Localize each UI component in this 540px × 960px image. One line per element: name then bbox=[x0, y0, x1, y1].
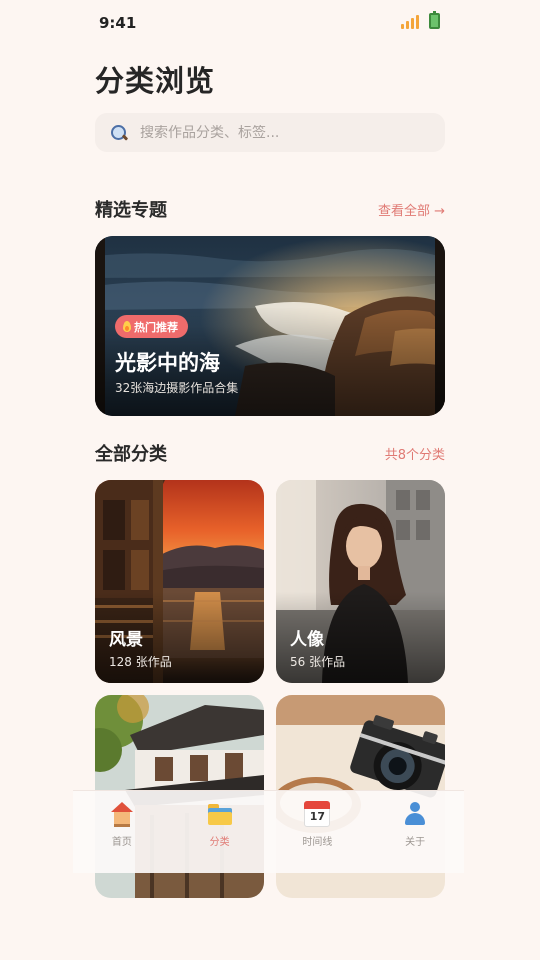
nav-timeline[interactable]: 时间线 bbox=[269, 791, 367, 873]
battery-icon bbox=[429, 11, 440, 29]
nav-about[interactable]: 关于 bbox=[366, 791, 464, 873]
calendar-icon bbox=[304, 801, 331, 827]
category-count-label: 56 张作品 bbox=[290, 655, 346, 669]
category-card-portrait[interactable]: 人像 56 张作品 bbox=[276, 480, 445, 683]
nav-label: 时间线 bbox=[302, 837, 333, 848]
hot-recommend-badge: 热门推荐 bbox=[115, 315, 188, 338]
category-count-label: 128 张作品 bbox=[109, 655, 172, 669]
category-name: 风景 bbox=[109, 630, 143, 650]
category-count: 共8个分类 bbox=[384, 448, 445, 463]
nav-label: 分类 bbox=[209, 837, 230, 848]
status-icons bbox=[401, 11, 440, 29]
nav-label: 首页 bbox=[111, 837, 132, 848]
flame-icon bbox=[123, 321, 131, 332]
view-all-link[interactable]: 查看全部 → bbox=[378, 200, 445, 219]
featured-title: 光影中的海 bbox=[115, 351, 220, 375]
badge-label: 热门推荐 bbox=[134, 320, 178, 334]
featured-subtitle: 32张海边摄影作品合集 bbox=[115, 381, 239, 395]
status-bar: 9:41 bbox=[0, 0, 540, 46]
signal-icon bbox=[401, 13, 419, 29]
featured-section-title: 精选专题 bbox=[95, 200, 167, 221]
search-input[interactable] bbox=[140, 124, 420, 141]
person-icon bbox=[402, 801, 428, 827]
nav-label: 关于 bbox=[405, 837, 426, 848]
category-browse-page: 9:41 分类浏览 精选专题 查看全部 → bbox=[0, 0, 540, 960]
nav-home[interactable]: 首页 bbox=[73, 791, 171, 873]
bottom-nav: 首页 分类 时间线 关于 bbox=[73, 790, 464, 873]
search-icon bbox=[110, 124, 128, 142]
page-title: 分类浏览 bbox=[95, 64, 216, 98]
home-icon bbox=[109, 801, 135, 827]
search-bar[interactable] bbox=[95, 113, 445, 152]
all-categories-title: 全部分类 bbox=[95, 444, 167, 465]
status-time: 9:41 bbox=[99, 14, 137, 32]
folder-icon bbox=[207, 801, 233, 827]
nav-categories[interactable]: 分类 bbox=[171, 791, 269, 873]
featured-card[interactable]: 热门推荐 光影中的海 32张海边摄影作品合集 bbox=[95, 236, 445, 416]
category-card-landscape[interactable]: 风景 128 张作品 bbox=[95, 480, 264, 683]
category-name: 人像 bbox=[290, 630, 324, 650]
